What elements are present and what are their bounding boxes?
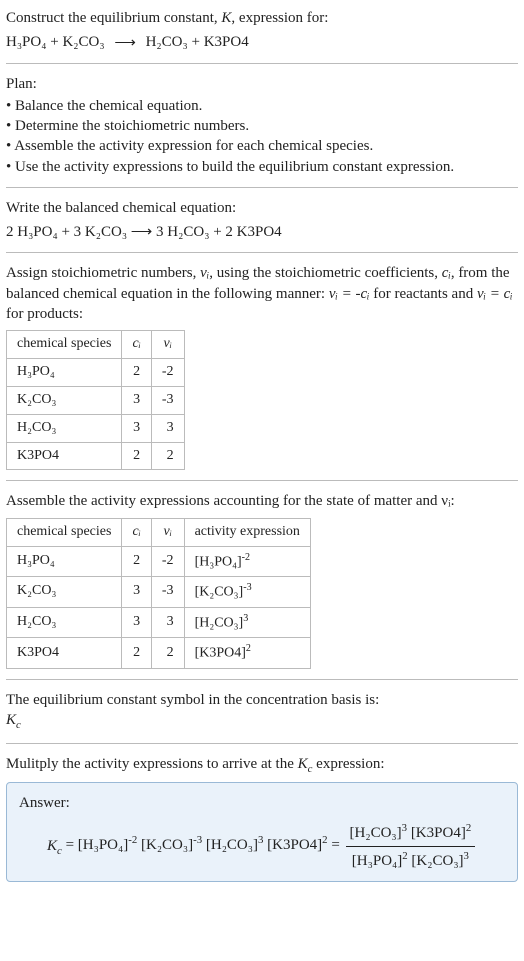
col-species: chemical species — [7, 331, 122, 359]
reactant-1: H₃PO₄ — [6, 34, 46, 50]
plan-item: Use the activity expressions to build th… — [6, 157, 518, 177]
product-1: H₂CO₃ — [146, 34, 188, 50]
fraction-numerator: [H₂CO₃]3 [K3PO4]2 — [346, 821, 476, 846]
plan-item: Assemble the activity expression for eac… — [6, 136, 518, 156]
balanced-label: Write the balanced chemical equation: — [6, 198, 518, 218]
plan-item: Determine the stoichiometric numbers. — [6, 116, 518, 136]
divider — [6, 252, 518, 253]
fraction: [H₂CO₃]3 [K3PO4]2 [H₃PO₄]2 [K₂CO₃]3 — [346, 821, 476, 871]
table-row: K₂CO₃ 3 -3 — [7, 386, 185, 414]
table-row: K₂CO₃ 3 -3 [K₂CO₃]-3 — [7, 577, 311, 608]
table-row: H₃PO₄ 2 -2 — [7, 358, 185, 386]
table-row: H₃PO₄ 2 -2 [H₃PO₄]-2 — [7, 546, 311, 577]
col-species: chemical species — [7, 518, 122, 546]
plan-list: Balance the chemical equation. Determine… — [6, 96, 518, 177]
col-nui: νᵢ — [151, 518, 184, 546]
title-prefix: Construct the equilibrium constant, — [6, 10, 221, 26]
table-row: H₂CO₃ 3 3 — [7, 414, 185, 442]
divider — [6, 480, 518, 481]
answer-box: Answer: Kc = [H₃PO₄]-2 [K₂CO₃]-3 [H₂CO₃]… — [6, 782, 518, 882]
multiply-section: Mulitply the activity expressions to arr… — [6, 754, 518, 882]
table-row: K3PO4 2 2 — [7, 442, 185, 470]
arrow-icon: ⟶ — [114, 33, 136, 53]
assign-text: Assign stoichiometric numbers, νᵢ, using… — [6, 263, 518, 324]
answer-expression: Kc = [H₃PO₄]-2 [K₂CO₃]-3 [H₂CO₃]3 [K3PO4… — [19, 821, 505, 871]
col-nui: νᵢ — [151, 331, 184, 359]
activity-table: chemical species cᵢ νᵢ activity expressi… — [6, 518, 311, 669]
col-activity: activity expression — [184, 518, 310, 546]
main-equation: H₃PO₄ + K₂CO₃ ⟶ H₂CO₃ + K3PO4 — [6, 32, 518, 52]
col-ci: cᵢ — [122, 518, 151, 546]
title-k: K — [221, 10, 231, 26]
table-row: H₂CO₃ 3 3 [H₂CO₃]3 — [7, 607, 311, 638]
divider — [6, 743, 518, 744]
product-2: K3PO4 — [204, 34, 249, 50]
plan-label: Plan: — [6, 74, 518, 94]
assign-section: Assign stoichiometric numbers, νᵢ, using… — [6, 263, 518, 470]
table-header-row: chemical species cᵢ νᵢ — [7, 331, 185, 359]
balanced-equation: 2 H₃PO₄ + 3 K₂CO₃ ⟶ 3 H₂CO₃ + 2 K3PO4 — [6, 222, 518, 242]
balanced-section: Write the balanced chemical equation: 2 … — [6, 198, 518, 243]
title-suffix: , expression for: — [231, 10, 328, 26]
divider — [6, 187, 518, 188]
stoich-table: chemical species cᵢ νᵢ H₃PO₄ 2 -2 K₂CO₃ … — [6, 330, 185, 470]
reactant-2: K₂CO₃ — [62, 34, 104, 50]
plan-section: Plan: Balance the chemical equation. Det… — [6, 74, 518, 177]
table-header-row: chemical species cᵢ νᵢ activity expressi… — [7, 518, 311, 546]
activity-label: Assemble the activity expressions accoun… — [6, 491, 518, 511]
answer-label: Answer: — [19, 793, 505, 813]
kc-symbol: Kc — [6, 710, 518, 733]
divider — [6, 679, 518, 680]
divider — [6, 63, 518, 64]
kc-symbol-section: The equilibrium constant symbol in the c… — [6, 690, 518, 733]
multiply-label: Mulitply the activity expressions to arr… — [6, 754, 518, 777]
header: Construct the equilibrium constant, K, e… — [6, 8, 518, 53]
col-ci: cᵢ — [122, 331, 151, 359]
plan-item: Balance the chemical equation. — [6, 96, 518, 116]
activity-section: Assemble the activity expressions accoun… — [6, 491, 518, 668]
table-row: K3PO4 2 2 [K3PO4]2 — [7, 638, 311, 669]
fraction-denominator: [H₃PO₄]2 [K₂CO₃]3 — [346, 847, 476, 871]
kc-symbol-label: The equilibrium constant symbol in the c… — [6, 690, 518, 710]
